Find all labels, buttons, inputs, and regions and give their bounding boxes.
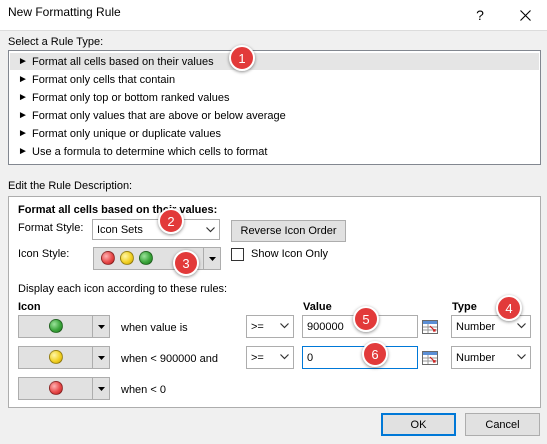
icon-column-header: Icon (18, 301, 41, 313)
triangle-down-icon (92, 378, 109, 399)
rule-type-item-label: Format only values that are above or bel… (32, 109, 286, 122)
row3-icon-dropdown[interactable] (18, 377, 110, 400)
display-rules-text: Display each icon according to these rul… (18, 283, 228, 295)
annotation-badge-5: 5 (353, 306, 379, 332)
annotation-badge-2: 2 (158, 208, 184, 234)
row1-operator-value: >= (251, 320, 264, 333)
rule-type-item-label: Format only unique or duplicate values (32, 127, 221, 140)
triangle-down-icon (203, 248, 220, 269)
row1-type-value: Number (456, 320, 496, 333)
row2-value-input[interactable]: 0 (302, 346, 418, 369)
show-icon-only-checkbox[interactable] (231, 248, 244, 261)
row2-operator-value: >= (251, 351, 264, 364)
row2-type-dropdown[interactable]: Number (451, 346, 531, 369)
arrow-right-icon: ► (18, 92, 28, 103)
row1-operator-dropdown[interactable]: >= (246, 315, 294, 338)
yellow-circle-icon (49, 350, 63, 364)
chevron-down-icon (276, 347, 293, 366)
icon-style-label: Icon Style: (18, 248, 70, 260)
annotation-badge-6: 6 (362, 341, 388, 367)
rule-type-item-cells-contain[interactable]: ► Format only cells that contain (10, 71, 539, 88)
cancel-button[interactable]: Cancel (465, 413, 540, 436)
rule-type-item-formula[interactable]: ► Use a formula to determine which cells… (10, 143, 539, 160)
yellow-circle-icon (120, 251, 134, 265)
green-circle-icon (139, 251, 153, 265)
ok-button[interactable]: OK (381, 413, 456, 436)
arrow-right-icon: ► (18, 56, 28, 67)
format-style-value: Icon Sets (97, 223, 143, 236)
annotation-badge-3: 3 (173, 250, 199, 276)
rule-type-label: Select a Rule Type: (8, 36, 104, 48)
window-title: New Formatting Rule (8, 5, 121, 19)
value-column-header: Value (303, 301, 332, 313)
triangle-down-icon (92, 316, 109, 337)
cell-reference-icon (422, 319, 438, 334)
row2-type-value: Number (456, 351, 496, 364)
rule-description-label: Edit the Rule Description: (8, 180, 133, 192)
row1-icon-dropdown[interactable] (18, 315, 110, 338)
annotation-badge-4: 4 (496, 295, 522, 321)
help-button[interactable]: ? (458, 0, 502, 30)
rule-type-item-label: Format all cells based on their values (32, 55, 214, 68)
rule-type-list[interactable]: ► Format all cells based on their values… (8, 50, 541, 165)
title-bar: New Formatting Rule ? (0, 0, 547, 30)
row1-type-dropdown[interactable]: Number (451, 315, 531, 338)
arrow-right-icon: ► (18, 110, 28, 121)
row1-cell-reference-button[interactable] (420, 317, 440, 336)
rule-type-item-label: Format only cells that contain (32, 73, 176, 86)
red-circle-icon (49, 381, 63, 395)
rule-type-item-above-below-average[interactable]: ► Format only values that are above or b… (10, 107, 539, 124)
close-button[interactable] (503, 0, 547, 30)
row3-condition-text: when < 0 (121, 384, 166, 396)
arrow-right-icon: ► (18, 74, 28, 85)
type-column-header: Type (452, 301, 477, 313)
chevron-down-icon (513, 347, 530, 366)
rule-type-item-label: Format only top or bottom ranked values (32, 91, 230, 104)
rule-type-item-unique-duplicate[interactable]: ► Format only unique or duplicate values (10, 125, 539, 142)
chevron-down-icon (276, 316, 293, 335)
rule-type-item-all-values[interactable]: ► Format all cells based on their values (10, 53, 539, 70)
row1-condition-text: when value is (121, 322, 188, 334)
chevron-down-icon (202, 220, 219, 239)
format-style-label: Format Style: (18, 222, 84, 234)
row2-operator-dropdown[interactable]: >= (246, 346, 294, 369)
cell-reference-icon (422, 350, 438, 365)
close-icon (519, 9, 531, 21)
arrow-right-icon: ► (18, 146, 28, 157)
show-icon-only-label: Show Icon Only (251, 248, 329, 260)
format-style-dropdown[interactable]: Icon Sets (92, 219, 220, 240)
arrow-right-icon: ► (18, 128, 28, 139)
row2-icon-dropdown[interactable] (18, 346, 110, 369)
triangle-down-icon (92, 347, 109, 368)
reverse-icon-order-button[interactable]: Reverse Icon Order (231, 220, 346, 242)
green-circle-icon (49, 319, 63, 333)
row2-condition-text: when < 900000 and (121, 353, 218, 365)
annotation-badge-1: 1 (229, 45, 255, 71)
red-circle-icon (101, 251, 115, 265)
rule-type-item-label: Use a formula to determine which cells t… (32, 145, 268, 158)
rule-type-item-top-bottom[interactable]: ► Format only top or bottom ranked value… (10, 89, 539, 106)
icon-style-dropdown[interactable] (93, 247, 221, 270)
row2-cell-reference-button[interactable] (420, 348, 440, 367)
description-heading: Format all cells based on their values: (18, 204, 218, 216)
